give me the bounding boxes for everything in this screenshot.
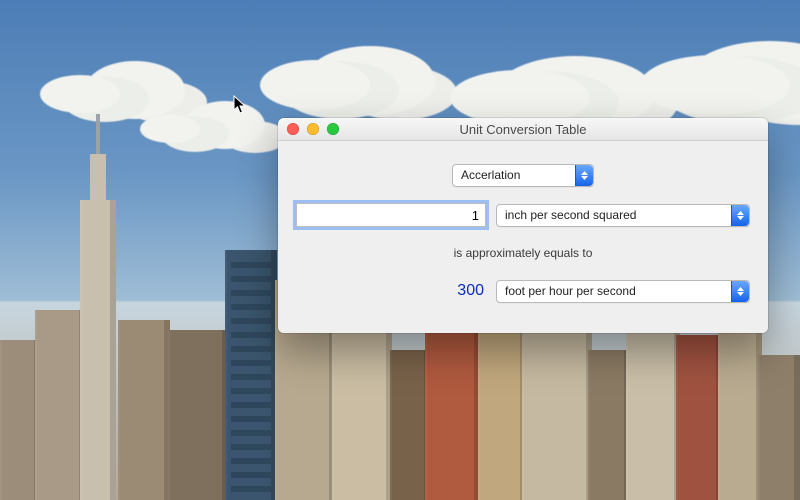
mouse-cursor-icon: [233, 95, 247, 115]
result-value: 300: [302, 282, 486, 300]
category-select-value: Accerlation: [461, 168, 520, 182]
close-icon[interactable]: [287, 123, 299, 135]
approx-label: is approximately equals to: [454, 246, 593, 260]
minimize-icon[interactable]: [307, 123, 319, 135]
value-input[interactable]: [296, 203, 486, 227]
zoom-icon[interactable]: [327, 123, 339, 135]
desktop: Unit Conversion Table Accerlation inch p…: [0, 0, 800, 500]
window-controls: [278, 123, 339, 135]
window-content: Accerlation inch per second squared: [278, 141, 768, 333]
unit-conversion-window: Unit Conversion Table Accerlation inch p…: [278, 118, 768, 333]
category-select[interactable]: Accerlation: [452, 164, 594, 187]
from-unit-value: inch per second squared: [505, 208, 636, 222]
to-unit-value: foot per hour per second: [505, 284, 636, 298]
window-title: Unit Conversion Table: [278, 122, 768, 137]
titlebar[interactable]: Unit Conversion Table: [278, 118, 768, 141]
from-unit-select[interactable]: inch per second squared: [496, 204, 750, 227]
dropdown-arrows-icon: [575, 165, 593, 186]
to-unit-select[interactable]: foot per hour per second: [496, 280, 750, 303]
dropdown-arrows-icon: [731, 205, 749, 226]
dropdown-arrows-icon: [731, 281, 749, 302]
